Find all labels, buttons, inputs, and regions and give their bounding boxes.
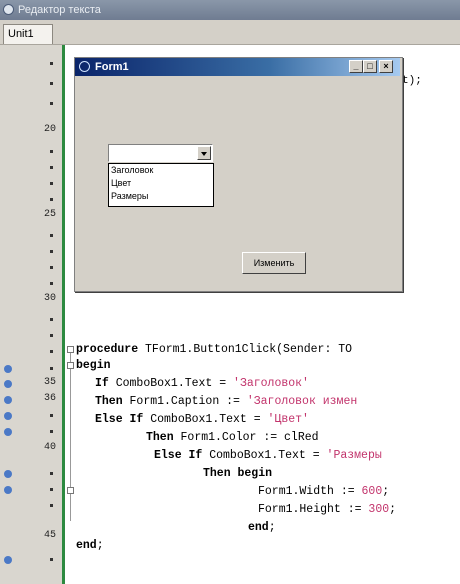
fold-line <box>70 353 71 521</box>
dropdown-item-title[interactable]: Заголовок <box>109 164 213 177</box>
code-line: Then Form1.Color := clRed <box>146 431 319 444</box>
combobox1[interactable] <box>108 144 213 162</box>
line-number-40: 40 <box>43 442 56 453</box>
form-icon <box>79 61 90 72</box>
form1-window[interactable]: Form1 _ □ × Заголовок Цвет Размеры Измен… <box>74 57 403 292</box>
gutter-dot <box>50 182 53 185</box>
gutter-dot <box>50 198 53 201</box>
line-number-35: 35 <box>43 377 56 388</box>
gutter-dot <box>50 488 53 491</box>
code-fragment: t); <box>402 75 422 87</box>
tab-unit1[interactable]: Unit1 <box>3 24 53 44</box>
gutter-dot <box>50 334 53 337</box>
code-line: begin <box>76 359 111 372</box>
gutter-dot <box>50 558 53 561</box>
breakpoint-marker[interactable] <box>4 556 12 564</box>
gutter-dot <box>50 504 53 507</box>
gutter-dot <box>50 318 53 321</box>
fold-toggle[interactable] <box>67 487 74 494</box>
breakpoint-marker[interactable] <box>4 470 12 478</box>
gutter-dot <box>50 62 53 65</box>
fold-toggle[interactable] <box>67 346 74 353</box>
gutter-dot <box>50 166 53 169</box>
code-line: If ComboBox1.Text = 'Заголовок' <box>95 377 309 390</box>
chevron-down-icon[interactable] <box>197 146 211 160</box>
ide-title-bar: Редактор текста <box>0 0 460 20</box>
app-icon <box>3 4 14 15</box>
gutter-dot <box>50 250 53 253</box>
change-button[interactable]: Изменить <box>242 252 306 274</box>
code-line: Else If ComboBox1.Text = 'Размеры <box>154 449 382 462</box>
code-line: Else If ComboBox1.Text = 'Цвет' <box>95 413 309 426</box>
gutter-dot <box>50 266 53 269</box>
line-number-45: 45 <box>43 530 56 541</box>
gutter-dot <box>50 367 53 370</box>
gutter-dot <box>50 414 53 417</box>
gutter-dot <box>50 234 53 237</box>
breakpoint-marker[interactable] <box>4 428 12 436</box>
ide-title: Редактор текста <box>18 4 101 16</box>
gutter-dot <box>50 102 53 105</box>
gutter-dot <box>50 150 53 153</box>
breakpoint-marker[interactable] <box>4 486 12 494</box>
tab-strip: Unit1 <box>0 20 460 45</box>
line-number-36: 36 <box>43 393 56 404</box>
line-number-20: 20 <box>43 124 56 135</box>
gutter-dot <box>50 472 53 475</box>
gutter-dot <box>50 350 53 353</box>
line-number-30: 30 <box>43 293 56 304</box>
gutter-dot <box>50 82 53 85</box>
maximize-button[interactable]: □ <box>363 60 377 73</box>
dropdown-item-color[interactable]: Цвет <box>109 177 213 190</box>
dropdown-item-size[interactable]: Размеры <box>109 190 213 203</box>
code-line: Form1.Height := 300; <box>258 503 397 516</box>
combobox-dropdown-list: Заголовок Цвет Размеры <box>108 163 214 207</box>
breakpoint-marker[interactable] <box>4 365 12 373</box>
minimize-button[interactable]: _ <box>349 60 363 73</box>
fold-toggle[interactable] <box>67 362 74 369</box>
code-line: procedure TForm1.Button1Click(Sender: TO <box>76 343 353 356</box>
line-gutter: 20 25 30 35 36 40 45 <box>0 45 62 584</box>
code-line: Form1.Width := 600; <box>258 485 390 498</box>
gutter-dot <box>50 282 53 285</box>
breakpoint-marker[interactable] <box>4 412 12 420</box>
line-number-25: 25 <box>43 209 56 220</box>
code-line: Then Form1.Caption := 'Заголовок измен <box>95 395 358 408</box>
breakpoint-marker[interactable] <box>4 380 12 388</box>
code-line: end; <box>248 521 276 534</box>
breakpoint-marker[interactable] <box>4 396 12 404</box>
code-line: end; <box>76 539 104 552</box>
close-button[interactable]: × <box>379 60 393 73</box>
form1-caption: Form1 <box>95 61 129 73</box>
code-line: Then begin <box>203 467 273 480</box>
gutter-dot <box>50 430 53 433</box>
